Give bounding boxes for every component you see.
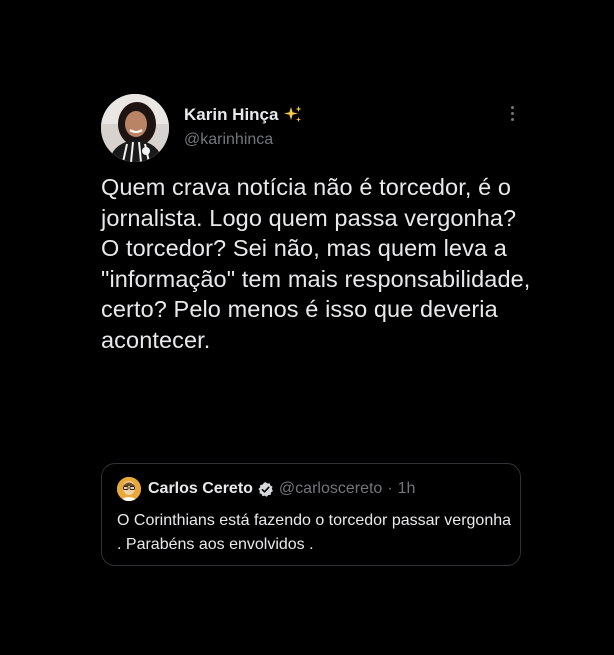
tweet-header: Karin Hinça @karinhinca xyxy=(101,94,523,164)
author-handle[interactable]: @karinhinca xyxy=(184,131,303,149)
author-names: Karin Hinça @karinhinca xyxy=(184,104,303,149)
quoted-tweet-header: Carlos Cereto @carloscereto · 1h xyxy=(117,477,415,501)
quoted-tweet-text: O Corinthians está fazendo o torcedor pa… xyxy=(117,512,512,553)
tweet-text: Quem crava notícia não é torcedor, é o j… xyxy=(101,174,531,353)
tweet: Karin Hinça @karinhinca Quem crava notíc… xyxy=(101,94,530,355)
quoted-handle[interactable]: @carloscereto xyxy=(279,480,382,498)
more-vertical-icon[interactable] xyxy=(507,106,517,126)
quoted-avatar xyxy=(117,477,141,501)
avatar-image xyxy=(101,94,169,162)
quoted-timestamp[interactable]: 1h xyxy=(398,480,416,498)
sparkles-icon xyxy=(283,105,303,125)
quoted-tweet-card[interactable]: Carlos Cereto @carloscereto · 1h O Corin… xyxy=(101,463,521,566)
quoted-display-name[interactable]: Carlos Cereto xyxy=(148,480,253,498)
verified-badge-icon xyxy=(257,481,274,498)
display-name-row: Karin Hinça xyxy=(184,104,303,126)
separator-dot: · xyxy=(387,480,393,497)
avatar[interactable] xyxy=(101,94,169,162)
display-name[interactable]: Karin Hinça xyxy=(184,105,278,125)
